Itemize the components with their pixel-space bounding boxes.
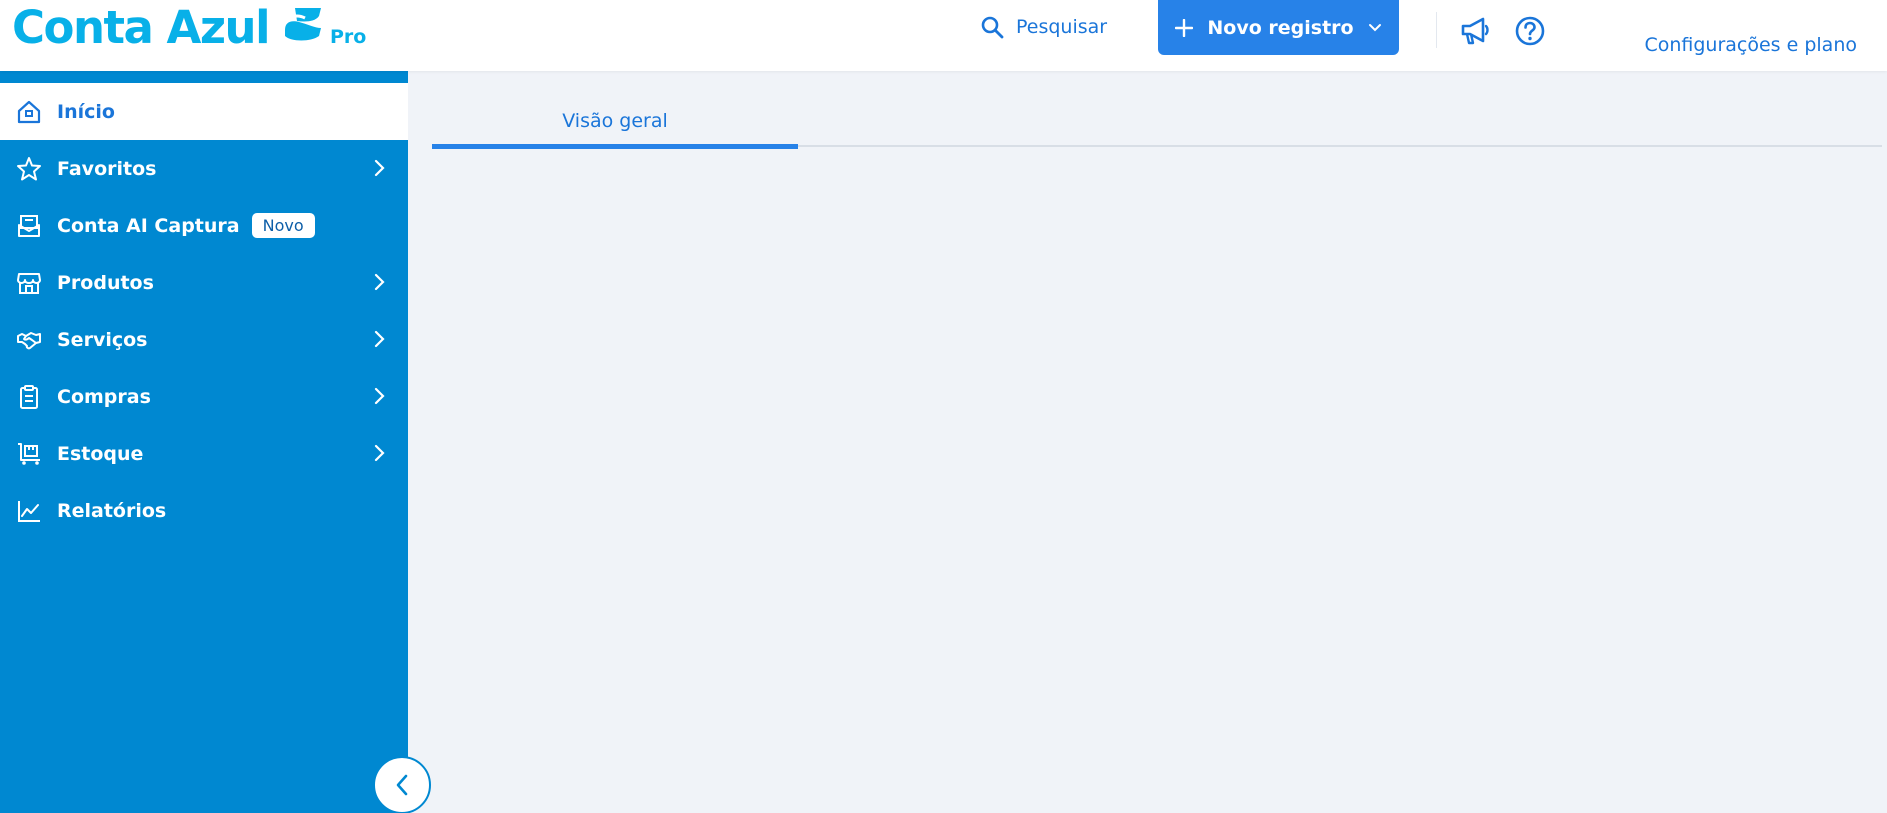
megaphone-icon <box>1461 17 1489 45</box>
sidebar-item-favoritos[interactable]: Favoritos <box>0 140 408 197</box>
help-icon <box>1515 16 1545 46</box>
sidebar-collapse-button[interactable] <box>373 756 431 813</box>
tab-visao-geral[interactable]: Visão geral <box>432 95 798 149</box>
sidebar-item-relatorios[interactable]: Relatórios <box>0 482 408 539</box>
sidebar-item-inicio[interactable]: Início <box>0 83 408 140</box>
sidebar-item-estoque[interactable]: Estoque <box>0 425 408 482</box>
search-icon <box>981 16 1004 39</box>
sidebar-item-compras[interactable]: Compras <box>0 368 408 425</box>
announcements-button[interactable] <box>1458 14 1492 48</box>
sidebar-item-label: Início <box>57 100 115 123</box>
logo-mark-icon <box>281 8 321 41</box>
help-button[interactable] <box>1513 14 1547 48</box>
logo-text: Conta Azul <box>12 1 271 54</box>
sidebar-item-servicos[interactable]: Serviços <box>0 311 408 368</box>
brand-logo[interactable]: Conta Azul <box>12 4 321 52</box>
sidebar-top-strip <box>0 71 408 83</box>
sidebar-item-label: Serviços <box>57 328 148 351</box>
inbox-icon <box>0 213 57 239</box>
handshake-icon <box>0 327 57 353</box>
settings-and-plan-link[interactable]: Configurações e plano <box>1644 34 1857 56</box>
plan-label: Pro <box>330 26 367 48</box>
sidebar: Início Favoritos Conta AI Captura Novo P… <box>0 71 408 813</box>
chevron-right-icon <box>374 330 385 348</box>
sidebar-item-conta-ai-captura[interactable]: Conta AI Captura Novo <box>0 197 408 254</box>
chevron-right-icon <box>374 387 385 405</box>
new-badge: Novo <box>251 213 315 238</box>
search-label: Pesquisar <box>1016 16 1108 38</box>
star-icon <box>0 156 57 182</box>
new-record-label: Novo registro <box>1207 16 1354 39</box>
sidebar-item-label: Estoque <box>57 442 144 465</box>
sidebar-item-label: Compras <box>57 385 151 408</box>
sidebar-item-label: Produtos <box>57 271 154 294</box>
store-icon <box>0 270 57 296</box>
chevron-left-icon <box>396 774 408 796</box>
home-icon <box>0 99 57 125</box>
plus-icon <box>1175 18 1194 37</box>
sidebar-item-label: Relatórios <box>57 499 167 522</box>
chevron-down-icon <box>1368 23 1381 31</box>
search-button[interactable]: Pesquisar <box>980 12 1107 42</box>
top-bar: Conta Azul Pro Pesquisar Novo registro C… <box>0 0 1887 71</box>
new-record-button[interactable]: Novo registro <box>1158 0 1399 55</box>
chevron-right-icon <box>374 159 385 177</box>
chevron-right-icon <box>374 273 385 291</box>
header-divider <box>1436 12 1437 48</box>
main-tabs: Visão geral <box>432 95 1882 149</box>
chart-line-icon <box>0 498 57 524</box>
clipboard-icon <box>0 384 57 410</box>
sidebar-item-label: Conta AI Captura <box>57 214 240 237</box>
chevron-right-icon <box>374 444 385 462</box>
sidebar-item-label: Favoritos <box>57 157 157 180</box>
inventory-icon <box>0 441 57 467</box>
sidebar-item-produtos[interactable]: Produtos <box>0 254 408 311</box>
